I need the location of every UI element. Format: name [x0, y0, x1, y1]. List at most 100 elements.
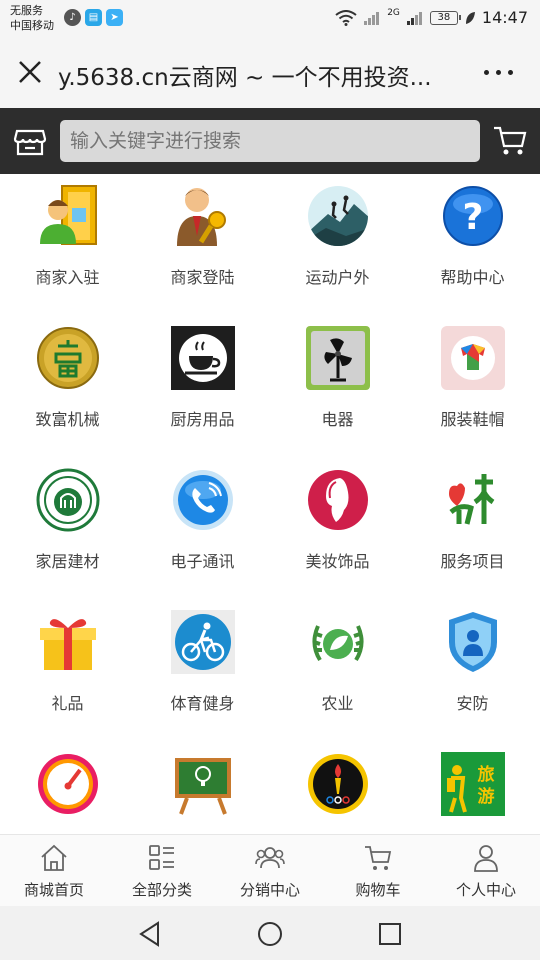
- more-dot-icon: [508, 69, 513, 75]
- help-icon: ?: [443, 186, 503, 246]
- category-outdoor-sports[interactable]: 运动户外: [270, 174, 405, 316]
- cart-icon[interactable]: [492, 122, 528, 158]
- category-item[interactable]: 旅 游: [405, 742, 540, 834]
- category-item[interactable]: [270, 742, 405, 834]
- category-appliance[interactable]: 电器: [270, 316, 405, 458]
- user-icon: [474, 845, 498, 872]
- tab-cart[interactable]: 购物车: [324, 835, 432, 906]
- category-agriculture[interactable]: 农业: [270, 600, 405, 742]
- clothing-icon: [441, 326, 505, 390]
- tab-label: 分销中心: [239, 881, 300, 899]
- category-label: 运动户外: [305, 268, 370, 287]
- category-item[interactable]: [135, 742, 270, 834]
- category-label: 安防: [456, 694, 489, 713]
- bottom-tab-bar: 商城首页 全部分类 分销中心 购物车 个人中心: [0, 834, 540, 906]
- category-label: 服务项目: [440, 552, 505, 571]
- wifi-icon: [335, 9, 357, 26]
- recent-apps-icon[interactable]: [376, 920, 404, 948]
- category-item[interactable]: [0, 742, 135, 834]
- security-shield-icon: [449, 612, 497, 672]
- service-village-icon: [449, 474, 495, 525]
- signal-icon: [406, 11, 422, 25]
- category-label: 电器: [321, 410, 354, 429]
- category-label: 农业: [321, 694, 354, 713]
- category-label: 商家登陆: [170, 268, 235, 287]
- svg-text:?: ?: [463, 197, 484, 238]
- category-merchant-login[interactable]: 商家登陆: [135, 174, 270, 316]
- speedometer-icon: [38, 754, 98, 814]
- appliance-fan-icon: [306, 326, 370, 390]
- leaf-icon: [465, 11, 475, 24]
- signal-none-icon: [364, 11, 380, 25]
- tab-profile[interactable]: 个人中心: [432, 835, 540, 906]
- distribution-users-icon: [255, 847, 285, 869]
- category-label: 厨房用品: [170, 410, 235, 429]
- browser-bar: y.5638.cn云商网 ~ 一个不用投资...: [0, 38, 540, 108]
- home-icon: [41, 844, 67, 871]
- kitchen-icon: [171, 326, 235, 390]
- merchant-join-icon: [40, 185, 97, 245]
- category-beauty[interactable]: 美妆饰品: [270, 458, 405, 600]
- gift-icon: [40, 619, 96, 670]
- send-app-icon: ➤: [106, 9, 123, 26]
- back-icon[interactable]: [136, 920, 164, 948]
- travel-icon: 旅 游: [441, 752, 505, 816]
- category-label: 商家入驻: [35, 268, 100, 287]
- cycling-icon: [171, 610, 235, 674]
- shop-icon[interactable]: [12, 123, 48, 159]
- travel-badge-char-1: 旅: [478, 764, 495, 785]
- carrier-line-2: 中国移动: [10, 19, 54, 32]
- tab-distribution[interactable]: 分销中心: [216, 835, 324, 906]
- more-dot-icon: [484, 69, 489, 75]
- category-label: 体育健身: [170, 694, 235, 713]
- category-home-building[interactable]: 家居建材: [0, 458, 135, 600]
- close-icon[interactable]: [14, 56, 46, 88]
- home-building-icon: [36, 468, 100, 532]
- tab-categories[interactable]: 全部分类: [108, 835, 216, 906]
- category-gift[interactable]: 礼品: [0, 600, 135, 742]
- carrier-info: 无服务 中国移动: [10, 3, 54, 33]
- category-label: 致富机械: [35, 410, 100, 429]
- category-grid: 商家入驻 商家登陆 运动户外 ? 帮助中心 致富机械 厨房用品 电器 服装鞋帽 …: [0, 174, 540, 834]
- category-label: 美妆饰品: [305, 552, 370, 571]
- page-title: y.5638.cn云商网 ~ 一个不用投资...: [58, 65, 432, 91]
- category-telecom[interactable]: 电子通讯: [135, 458, 270, 600]
- more-menu-button[interactable]: [484, 64, 518, 80]
- category-label: 服装鞋帽: [440, 410, 505, 429]
- notification-icons: ♪ ▤ ➤: [64, 9, 123, 26]
- category-label: 帮助中心: [440, 268, 505, 287]
- outdoor-sports-icon: [308, 186, 368, 246]
- machinery-icon: [37, 327, 99, 389]
- category-clothing[interactable]: 服装鞋帽: [405, 316, 540, 458]
- search-header: [0, 108, 540, 174]
- category-service[interactable]: 服务项目: [405, 458, 540, 600]
- category-help[interactable]: ? 帮助中心: [405, 174, 540, 316]
- category-label: 礼品: [51, 694, 84, 713]
- home-circle-icon[interactable]: [256, 920, 284, 948]
- category-merchant-join[interactable]: 商家入驻: [0, 174, 135, 316]
- network-type: 2G: [387, 7, 400, 18]
- tab-label: 全部分类: [131, 881, 192, 899]
- clock: 14:47: [481, 8, 528, 27]
- beauty-icon: [308, 470, 368, 530]
- status-indicators: 2G 38 14:47: [335, 8, 528, 27]
- category-list-icon: [149, 845, 174, 870]
- battery-indicator: 38: [429, 10, 461, 25]
- agriculture-icon: [306, 610, 370, 674]
- category-kitchen[interactable]: 厨房用品: [135, 316, 270, 458]
- travel-badge-char-2: 游: [478, 786, 495, 807]
- tab-label: 购物车: [355, 881, 401, 899]
- merchant-login-icon: [177, 188, 226, 246]
- category-label: 家居建材: [35, 552, 100, 571]
- category-security[interactable]: 安防: [405, 600, 540, 742]
- telecom-phone-icon: [173, 470, 233, 530]
- audio-app-icon: ♪: [64, 9, 81, 26]
- tab-home[interactable]: 商城首页: [0, 835, 108, 906]
- category-cycling[interactable]: 体育健身: [135, 600, 270, 742]
- category-label: 电子通讯: [170, 552, 235, 571]
- tab-label: 个人中心: [455, 881, 516, 899]
- message-app-icon: ▤: [85, 9, 102, 26]
- search-input[interactable]: [60, 120, 480, 162]
- category-machinery[interactable]: 致富机械: [0, 316, 135, 458]
- carrier-line-1: 无服务: [10, 4, 43, 17]
